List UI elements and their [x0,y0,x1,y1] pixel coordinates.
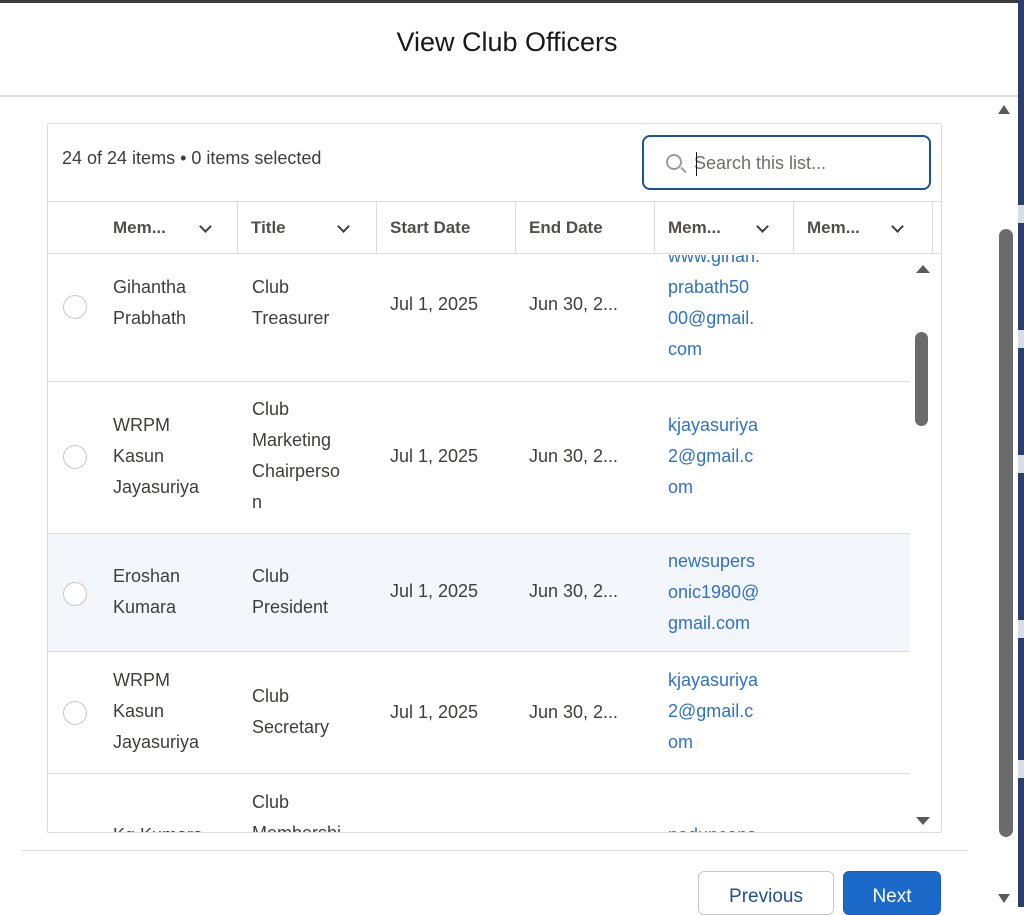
member-name-cell: Eroshan Kumara [113,566,181,617]
list-scroll-up-arrow[interactable] [916,265,930,273]
title-cell: Club Marketing Chairperso n [252,399,341,512]
end-date-cell: Jun 30, 2... [529,294,619,314]
modal-dialog: View Club Officers 24 of 24 items • 0 it… [0,3,1018,915]
column-label: Mem... [113,218,166,237]
member-name-cell: WRPM Kasun Jayasuriya [113,415,200,497]
column-header-member-extra[interactable]: Mem... [793,202,932,254]
member-name-cell: WRPM Kasun Jayasuriya [113,670,200,752]
member-name-cell: Kg Kumara [113,820,203,832]
member-email-link[interactable]: newsupers onic1980@ gmail.com [668,546,759,639]
end-date-cell: Jun 30, 2... [529,581,619,601]
member-email-link[interactable]: kjayasuriya 2@gmail.c om [668,410,758,503]
officers-list-card: 24 of 24 items • 0 items selected Mem...… [47,123,942,833]
column-label: Mem... [807,218,860,237]
table-row[interactable]: WRPM Kasun Jayasuriya Club Secretary Jul… [48,652,910,774]
backdrop-tick [1018,620,1024,638]
title-cell: Club Secretary [252,686,330,737]
header-divider [0,95,1018,97]
text-cursor [696,152,697,176]
start-date-cell: Jul 1, 2025 [390,294,479,314]
modal-scrollbar-thumb[interactable] [999,229,1013,837]
row-select-radio[interactable] [63,295,87,319]
officers-table-body: Gihantha Prabhath Club Treasurer Jul 1, … [48,255,910,833]
row-select-radio[interactable] [63,445,87,469]
backdrop-tick [1018,330,1024,348]
search-box[interactable] [642,135,931,190]
member-name-cell: Gihantha Prabhath [113,277,187,328]
next-button[interactable]: Next [843,871,941,915]
column-divider[interactable] [932,202,933,254]
column-header-title[interactable]: Title [237,202,376,254]
search-input[interactable] [694,147,919,179]
chevron-down-icon[interactable] [199,220,212,233]
list-scroll-down-arrow[interactable] [916,817,930,825]
column-label: Title [251,218,286,237]
row-select-radio[interactable] [63,701,87,725]
table-row[interactable]: WRPM Kasun Jayasuriya Club Marketing Cha… [48,382,910,534]
table-row[interactable]: Eroshan Kumara Club President Jul 1, 202… [48,534,910,652]
column-label: Start Date [390,218,471,237]
title-cell: Club Membershi [252,792,342,833]
list-scrollbar-thumb[interactable] [915,332,928,426]
title-cell: Club President [252,566,329,617]
table-row[interactable]: Gihantha Prabhath Club Treasurer Jul 1, … [48,255,910,382]
end-date-cell: Jun 30, 2... [529,702,619,722]
member-email-link[interactable]: kjayasuriya 2@gmail.c om [668,665,758,758]
backdrop-tick [1018,455,1024,473]
column-header-member-name[interactable]: Mem... [99,202,237,254]
footer-divider [22,850,968,851]
chevron-down-icon[interactable] [337,220,350,233]
item-count-summary: 24 of 24 items • 0 items selected [62,148,322,168]
backdrop-right-strip [1018,0,1024,907]
search-icon [666,154,682,170]
table-row[interactable]: Kg Kumara Club Membershi naduncons [48,774,910,833]
column-headers: Mem... Title Start Date End Date Mem... [48,202,941,254]
chevron-down-icon[interactable] [756,220,769,233]
column-label: End Date [529,218,603,237]
backdrop-tick [1018,205,1024,223]
backdrop-tick [1018,760,1024,778]
column-label: Mem... [668,218,721,237]
member-email-link[interactable]: naduncons [668,820,756,832]
title-cell: Club Treasurer [252,277,330,328]
start-date-cell: Jul 1, 2025 [390,702,479,722]
member-email-link[interactable]: www.ginan. prabath50 00@gmail. com [668,255,760,365]
list-header: 24 of 24 items • 0 items selected [48,124,941,202]
column-header-start-date[interactable]: Start Date [376,202,515,254]
modal-title: View Club Officers [396,27,618,57]
modal-scroll-up-arrow[interactable] [998,105,1010,114]
previous-button[interactable]: Previous [698,871,834,915]
column-header-end-date[interactable]: End Date [515,202,654,254]
chevron-down-icon[interactable] [891,220,904,233]
end-date-cell: Jun 30, 2... [529,446,619,466]
modal-scroll-down-arrow[interactable] [998,894,1010,903]
start-date-cell: Jul 1, 2025 [390,446,479,466]
column-header-member-email[interactable]: Mem... [654,202,793,254]
row-select-radio[interactable] [63,582,87,606]
start-date-cell: Jul 1, 2025 [390,581,479,601]
